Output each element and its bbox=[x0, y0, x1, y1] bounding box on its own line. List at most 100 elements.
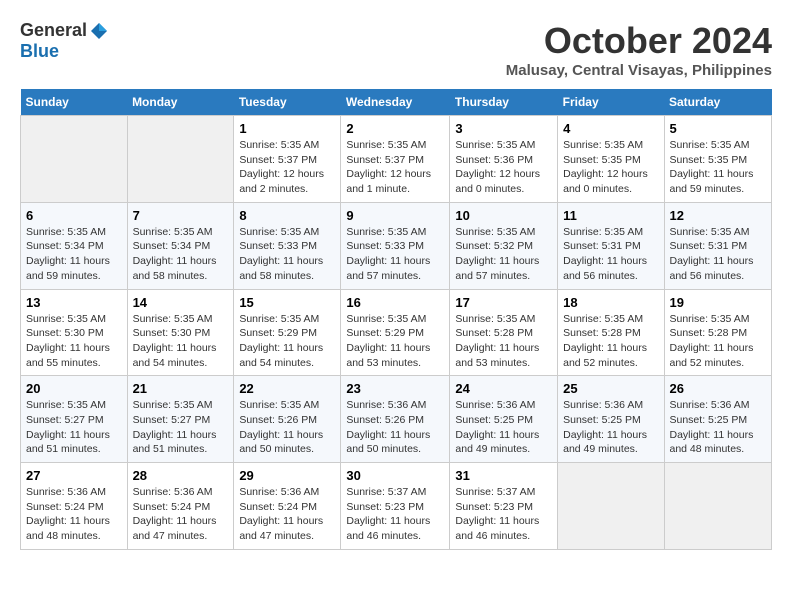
calendar-cell: 10Sunrise: 5:35 AM Sunset: 5:32 PM Dayli… bbox=[450, 202, 558, 289]
calendar-cell: 21 Sunrise: 5:35 AM Sunset: 5:27 PM Dayli… bbox=[127, 376, 234, 463]
day-number: 17 bbox=[455, 295, 552, 310]
day-info: Sunrise: 5:35 AM Sunset: 5:30 PM Dayligh… bbox=[133, 312, 229, 371]
day-number: 29 bbox=[239, 468, 335, 483]
day-info: Sunrise: 5:35 AM Sunset: 5:30 PM Dayligh… bbox=[26, 312, 122, 371]
day-info: Sunrise: 5:35 AM Sunset: 5:33 PM Dayligh… bbox=[239, 225, 335, 284]
day-number: 11 bbox=[563, 208, 658, 223]
calendar-cell: 5 Sunrise: 5:35 AM Sunset: 5:35 PM Daylig… bbox=[664, 116, 772, 203]
logo-general: General bbox=[20, 20, 87, 41]
calendar-cell: 1 Sunrise: 5:35 AM Sunset: 5:37 PM Daylig… bbox=[234, 116, 341, 203]
day-info: Sunrise: 5:35 AM Sunset: 5:35 PM Dayligh… bbox=[563, 138, 658, 197]
header-monday: Monday bbox=[127, 89, 234, 116]
calendar-cell: 9 Sunrise: 5:35 AM Sunset: 5:33 PM Daylig… bbox=[341, 202, 450, 289]
day-number: 2 bbox=[346, 121, 444, 136]
calendar-cell: 19Sunrise: 5:35 AM Sunset: 5:28 PM Dayli… bbox=[664, 289, 772, 376]
calendar-cell: 12Sunrise: 5:35 AM Sunset: 5:31 PM Dayli… bbox=[664, 202, 772, 289]
header-thursday: Thursday bbox=[450, 89, 558, 116]
day-info: Sunrise: 5:35 AM Sunset: 5:27 PM Dayligh… bbox=[133, 398, 229, 457]
calendar-cell: 4 Sunrise: 5:35 AM Sunset: 5:35 PM Daylig… bbox=[558, 116, 664, 203]
day-number: 27 bbox=[26, 468, 122, 483]
day-info: Sunrise: 5:35 AM Sunset: 5:34 PM Dayligh… bbox=[26, 225, 122, 284]
day-number: 4 bbox=[563, 121, 658, 136]
calendar-cell: 11 Sunrise: 5:35 AM Sunset: 5:31 PM Dayli… bbox=[558, 202, 664, 289]
day-number: 16 bbox=[346, 295, 444, 310]
calendar-cell: 26 Sunrise: 5:36 AM Sunset: 5:25 PM Dayli… bbox=[664, 376, 772, 463]
day-info: Sunrise: 5:35 AM Sunset: 5:29 PM Dayligh… bbox=[346, 312, 444, 371]
calendar-header-row: Sunday Monday Tuesday Wednesday Thursday… bbox=[21, 89, 772, 116]
logo-blue: Blue bbox=[20, 41, 59, 62]
calendar-week-4: 20Sunrise: 5:35 AM Sunset: 5:27 PM Dayli… bbox=[21, 376, 772, 463]
header-friday: Friday bbox=[558, 89, 664, 116]
day-number: 6 bbox=[26, 208, 122, 223]
day-info: Sunrise: 5:36 AM Sunset: 5:25 PM Dayligh… bbox=[455, 398, 552, 457]
day-info: Sunrise: 5:35 AM Sunset: 5:36 PM Dayligh… bbox=[455, 138, 552, 197]
day-info: Sunrise: 5:35 AM Sunset: 5:34 PM Dayligh… bbox=[133, 225, 229, 284]
calendar-cell: 31Sunrise: 5:37 AM Sunset: 5:23 PM Dayli… bbox=[450, 463, 558, 550]
day-number: 5 bbox=[670, 121, 767, 136]
day-number: 9 bbox=[346, 208, 444, 223]
day-number: 30 bbox=[346, 468, 444, 483]
day-info: Sunrise: 5:36 AM Sunset: 5:26 PM Dayligh… bbox=[346, 398, 444, 457]
calendar-cell: 16 Sunrise: 5:35 AM Sunset: 5:29 PM Dayli… bbox=[341, 289, 450, 376]
calendar-cell: 30 Sunrise: 5:37 AM Sunset: 5:23 PM Dayli… bbox=[341, 463, 450, 550]
calendar-cell: 18 Sunrise: 5:35 AM Sunset: 5:28 PM Dayli… bbox=[558, 289, 664, 376]
day-number: 24 bbox=[455, 381, 552, 396]
calendar-cell: 3 Sunrise: 5:35 AM Sunset: 5:36 PM Daylig… bbox=[450, 116, 558, 203]
header-saturday: Saturday bbox=[664, 89, 772, 116]
calendar-cell: 27 Sunrise: 5:36 AM Sunset: 5:24 PM Dayli… bbox=[21, 463, 128, 550]
day-number: 3 bbox=[455, 121, 552, 136]
day-info: Sunrise: 5:35 AM Sunset: 5:26 PM Dayligh… bbox=[239, 398, 335, 457]
day-info: Sunrise: 5:36 AM Sunset: 5:25 PM Dayligh… bbox=[670, 398, 767, 457]
day-info: Sunrise: 5:35 AM Sunset: 5:28 PM Dayligh… bbox=[670, 312, 767, 371]
logo: General Blue bbox=[20, 20, 109, 62]
calendar-cell: 2Sunrise: 5:35 AM Sunset: 5:37 PM Daylig… bbox=[341, 116, 450, 203]
day-number: 1 bbox=[239, 121, 335, 136]
day-info: Sunrise: 5:35 AM Sunset: 5:28 PM Dayligh… bbox=[563, 312, 658, 371]
calendar-week-3: 13Sunrise: 5:35 AM Sunset: 5:30 PM Dayli… bbox=[21, 289, 772, 376]
calendar-cell bbox=[127, 116, 234, 203]
day-info: Sunrise: 5:36 AM Sunset: 5:24 PM Dayligh… bbox=[133, 485, 229, 544]
calendar-week-1: 1 Sunrise: 5:35 AM Sunset: 5:37 PM Daylig… bbox=[21, 116, 772, 203]
day-number: 18 bbox=[563, 295, 658, 310]
calendar-week-5: 27 Sunrise: 5:36 AM Sunset: 5:24 PM Dayli… bbox=[21, 463, 772, 550]
calendar-cell bbox=[664, 463, 772, 550]
calendar-cell: 20Sunrise: 5:35 AM Sunset: 5:27 PM Dayli… bbox=[21, 376, 128, 463]
header-wednesday: Wednesday bbox=[341, 89, 450, 116]
day-info: Sunrise: 5:35 AM Sunset: 5:37 PM Dayligh… bbox=[239, 138, 335, 197]
calendar-cell: 23 Sunrise: 5:36 AM Sunset: 5:26 PM Dayli… bbox=[341, 376, 450, 463]
day-info: Sunrise: 5:35 AM Sunset: 5:33 PM Dayligh… bbox=[346, 225, 444, 284]
header-tuesday: Tuesday bbox=[234, 89, 341, 116]
calendar-table: Sunday Monday Tuesday Wednesday Thursday… bbox=[20, 89, 772, 550]
calendar-week-2: 6 Sunrise: 5:35 AM Sunset: 5:34 PM Daylig… bbox=[21, 202, 772, 289]
day-number: 10 bbox=[455, 208, 552, 223]
calendar-cell: 24 Sunrise: 5:36 AM Sunset: 5:25 PM Dayli… bbox=[450, 376, 558, 463]
day-number: 7 bbox=[133, 208, 229, 223]
calendar-cell: 8 Sunrise: 5:35 AM Sunset: 5:33 PM Daylig… bbox=[234, 202, 341, 289]
page-header: General Blue October 2024 Malusay, Centr… bbox=[20, 20, 772, 79]
calendar-cell: 29Sunrise: 5:36 AM Sunset: 5:24 PM Dayli… bbox=[234, 463, 341, 550]
day-info: Sunrise: 5:35 AM Sunset: 5:29 PM Dayligh… bbox=[239, 312, 335, 371]
day-number: 14 bbox=[133, 295, 229, 310]
day-info: Sunrise: 5:35 AM Sunset: 5:28 PM Dayligh… bbox=[455, 312, 552, 371]
title-area: October 2024 Malusay, Central Visayas, P… bbox=[506, 20, 772, 79]
calendar-cell: 25Sunrise: 5:36 AM Sunset: 5:25 PM Dayli… bbox=[558, 376, 664, 463]
day-info: Sunrise: 5:35 AM Sunset: 5:35 PM Dayligh… bbox=[670, 138, 767, 197]
calendar-cell bbox=[558, 463, 664, 550]
day-info: Sunrise: 5:35 AM Sunset: 5:31 PM Dayligh… bbox=[563, 225, 658, 284]
day-number: 8 bbox=[239, 208, 335, 223]
calendar-cell: 14 Sunrise: 5:35 AM Sunset: 5:30 PM Dayli… bbox=[127, 289, 234, 376]
day-info: Sunrise: 5:36 AM Sunset: 5:24 PM Dayligh… bbox=[26, 485, 122, 544]
calendar-cell: 17 Sunrise: 5:35 AM Sunset: 5:28 PM Dayli… bbox=[450, 289, 558, 376]
day-number: 25 bbox=[563, 381, 658, 396]
day-number: 22 bbox=[239, 381, 335, 396]
day-info: Sunrise: 5:35 AM Sunset: 5:31 PM Dayligh… bbox=[670, 225, 767, 284]
calendar-cell: 28Sunrise: 5:36 AM Sunset: 5:24 PM Dayli… bbox=[127, 463, 234, 550]
month-title: October 2024 bbox=[506, 20, 772, 62]
day-number: 21 bbox=[133, 381, 229, 396]
day-number: 15 bbox=[239, 295, 335, 310]
day-info: Sunrise: 5:37 AM Sunset: 5:23 PM Dayligh… bbox=[346, 485, 444, 544]
calendar-cell: 22 Sunrise: 5:35 AM Sunset: 5:26 PM Dayli… bbox=[234, 376, 341, 463]
day-number: 26 bbox=[670, 381, 767, 396]
day-number: 23 bbox=[346, 381, 444, 396]
calendar-cell: 7 Sunrise: 5:35 AM Sunset: 5:34 PM Daylig… bbox=[127, 202, 234, 289]
